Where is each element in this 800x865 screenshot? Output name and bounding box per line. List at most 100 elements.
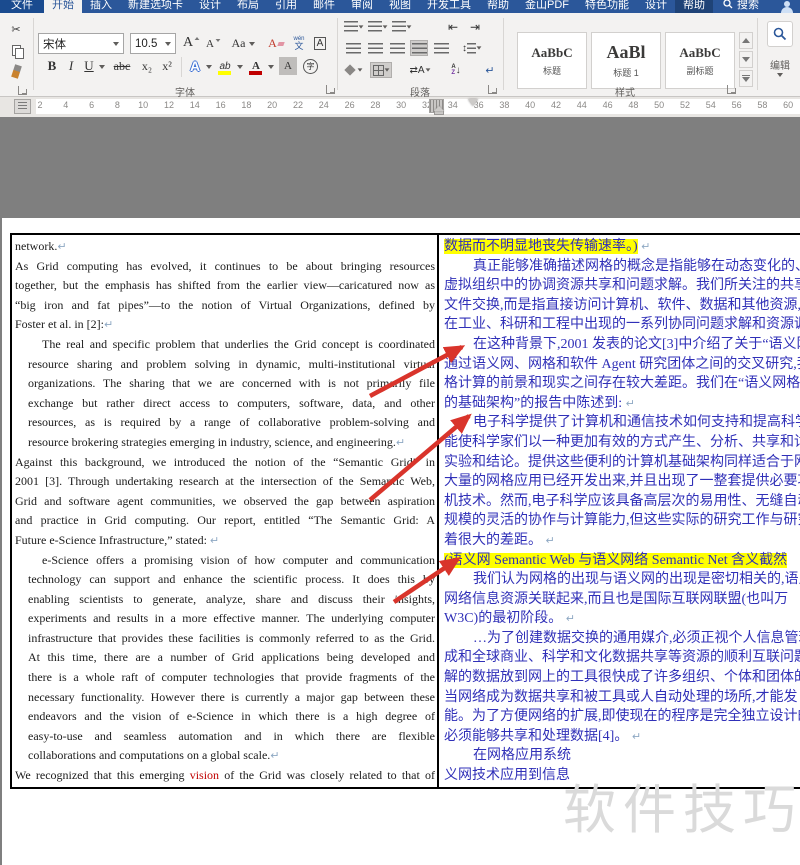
align-center-button[interactable] xyxy=(366,40,384,56)
ribbon-tab-3[interactable]: 新建选项卡 xyxy=(120,0,191,13)
ribbon-tab-0[interactable]: 文件 xyxy=(0,0,44,13)
english-line: Grid and software agent communities, we … xyxy=(15,493,435,508)
enclose-characters-button[interactable]: 字 xyxy=(302,58,319,75)
english-line: organizations. The sharing that we are c… xyxy=(28,376,435,391)
horizontal-ruler[interactable]: 2 4 6 8 10 12 14 16 18 20 22 24 26 28 30 32 34 36 38 40 42 44… xyxy=(0,97,800,117)
ribbon-tab-12[interactable]: 金山PDF xyxy=(517,0,577,13)
right-column-translation-text[interactable]: 数据而不明显地丧失传输速率。) ↵ 真正能够准确描述网格的概念是指能够在动态变化的… xyxy=(444,237,800,786)
ribbon-tab-5[interactable]: 布局 xyxy=(229,0,267,13)
ribbon-tab-13[interactable]: 特色功能 xyxy=(577,0,637,13)
chevron-down-icon xyxy=(165,41,171,46)
ruler-number: 10 xyxy=(138,100,149,110)
left-column-english-text[interactable]: network.↵ As Grid computing has evolved, … xyxy=(15,237,435,786)
change-case-button[interactable]: Aa xyxy=(230,34,256,53)
ribbon-tab-7[interactable]: 邮件 xyxy=(305,0,343,13)
translation-line: 着很大的差距。 ↵ xyxy=(444,532,555,548)
font-size-value: 10.5 xyxy=(135,37,158,50)
text-effects-button[interactable]: A xyxy=(186,57,204,75)
styles-scroll-up[interactable] xyxy=(739,32,753,49)
decrease-indent-button[interactable]: ⇤ xyxy=(444,18,462,35)
strikethrough-button[interactable]: abc xyxy=(110,57,134,75)
ruler-number: 48 xyxy=(628,100,639,110)
highlight-menu-arrow[interactable] xyxy=(237,65,243,69)
borders-button[interactable] xyxy=(370,62,392,78)
ribbon-tab-10[interactable]: 开发工具 xyxy=(419,0,479,13)
phonetic-guide-button[interactable]: wén 文 xyxy=(290,31,308,55)
paragraph-dialog-launcher[interactable] xyxy=(488,85,497,94)
format-painter-button[interactable] xyxy=(6,63,26,79)
account-icon[interactable] xyxy=(780,1,794,13)
multilevel-list-button[interactable] xyxy=(392,18,412,35)
ribbon-tab-14[interactable]: 设计 xyxy=(637,0,675,13)
translation-line: 在工业、科研和工程中出现的一系列协同问题求解和资源调度 xyxy=(444,317,800,333)
font-name-combo[interactable]: 宋体 xyxy=(38,33,124,54)
ribbon-tab-1[interactable]: 开始 xyxy=(44,0,82,13)
ribbon-tab-6[interactable]: 引用 xyxy=(267,0,305,13)
style-card-title[interactable]: AaBbC 标题 xyxy=(517,32,587,89)
ribbon-tab-11[interactable]: 帮助 xyxy=(479,0,517,13)
translation-line: 必须能够共享和处理数据[4]。 ↵ xyxy=(444,728,642,744)
clipboard-dialog-launcher[interactable] xyxy=(18,86,27,95)
font-dialog-launcher[interactable] xyxy=(326,85,335,94)
styles-gallery-more[interactable] xyxy=(739,70,753,87)
line-spacing-button[interactable]: ↕ xyxy=(460,40,484,56)
font-color-menu-arrow[interactable] xyxy=(268,65,274,69)
styles-scroll-down[interactable] xyxy=(739,51,753,68)
subscript-button[interactable]: x₂ xyxy=(138,57,156,75)
find-button[interactable] xyxy=(767,21,793,47)
superscript-button[interactable]: x² xyxy=(158,57,176,75)
align-right-button[interactable] xyxy=(388,40,406,56)
english-line: As Grid computing has evolved, it contin… xyxy=(15,258,435,273)
sort-button[interactable]: AZ ↓ xyxy=(446,62,466,78)
ruler-number: 24 xyxy=(318,100,329,110)
styles-dialog-launcher[interactable] xyxy=(727,85,736,94)
ribbon-tab-4[interactable]: 设计 xyxy=(191,0,229,13)
distribute-button[interactable] xyxy=(432,40,450,56)
english-line: exchange but rather direct access to com… xyxy=(28,395,435,410)
text-highlight-button[interactable]: ab xyxy=(216,57,234,75)
multilevel-list-icon xyxy=(392,21,406,32)
cut-button[interactable]: ✂ xyxy=(6,21,26,37)
grow-font-button[interactable]: A xyxy=(182,33,202,53)
shrink-font-button[interactable]: A xyxy=(205,35,223,53)
ribbon-tab-15[interactable]: 帮助 xyxy=(675,0,713,13)
character-border-icon: A xyxy=(313,36,327,50)
ruler-number: 8 xyxy=(114,100,120,110)
tab-selector[interactable] xyxy=(14,99,31,114)
english-line: Future e-Science Infrastructure,” stated… xyxy=(15,532,220,547)
asian-layout-button[interactable]: ⇄A xyxy=(408,62,432,78)
align-left-button[interactable] xyxy=(344,40,362,56)
character-shading-button[interactable]: A xyxy=(279,57,297,75)
show-marks-button[interactable]: ↵ xyxy=(482,62,498,78)
shading-button[interactable] xyxy=(343,62,364,78)
tab-selector-icon xyxy=(18,102,27,111)
character-border-button[interactable]: A xyxy=(311,34,329,52)
clear-formatting-button[interactable]: A xyxy=(266,34,286,53)
ribbon-tab-2[interactable]: 插入 xyxy=(82,0,120,13)
first-line-indent-marker[interactable] xyxy=(468,99,478,106)
underline-menu-arrow[interactable] xyxy=(99,65,105,69)
bullets-button[interactable] xyxy=(344,18,364,35)
tellme-search[interactable]: 搜索 xyxy=(713,0,769,13)
numbering-button[interactable] xyxy=(368,18,388,35)
font-color-button[interactable]: A xyxy=(247,57,265,75)
increase-indent-button[interactable]: ⇥ xyxy=(466,18,484,35)
ribbon-tab-8[interactable]: 审阅 xyxy=(343,0,381,13)
ruler-number: 20 xyxy=(267,100,278,110)
copy-button[interactable] xyxy=(6,43,26,59)
text-effects-arrow[interactable] xyxy=(206,65,212,69)
ruler-number: 46 xyxy=(602,100,613,110)
style-card-heading1[interactable]: AaBl 标题 1 xyxy=(591,32,661,89)
style-card-subtitle[interactable]: AaBbC 副标题 xyxy=(665,32,735,89)
underline-button[interactable]: U xyxy=(82,57,96,75)
hanging-indent-marker[interactable] xyxy=(434,106,444,115)
ruler-number: 50 xyxy=(654,100,665,110)
justify-button[interactable] xyxy=(410,40,428,56)
translation-line: 大量的网格应用已经开发出来,并且出现了一整套提供必要功 xyxy=(444,474,800,490)
paragraph-mark-icon: ↵ xyxy=(485,64,495,77)
italic-button[interactable]: I xyxy=(64,57,78,75)
bold-button[interactable]: B xyxy=(44,57,60,75)
edit-menu-arrow[interactable] xyxy=(777,73,783,77)
ribbon-tab-9[interactable]: 视图 xyxy=(381,0,419,13)
font-size-combo[interactable]: 10.5 xyxy=(130,33,176,54)
